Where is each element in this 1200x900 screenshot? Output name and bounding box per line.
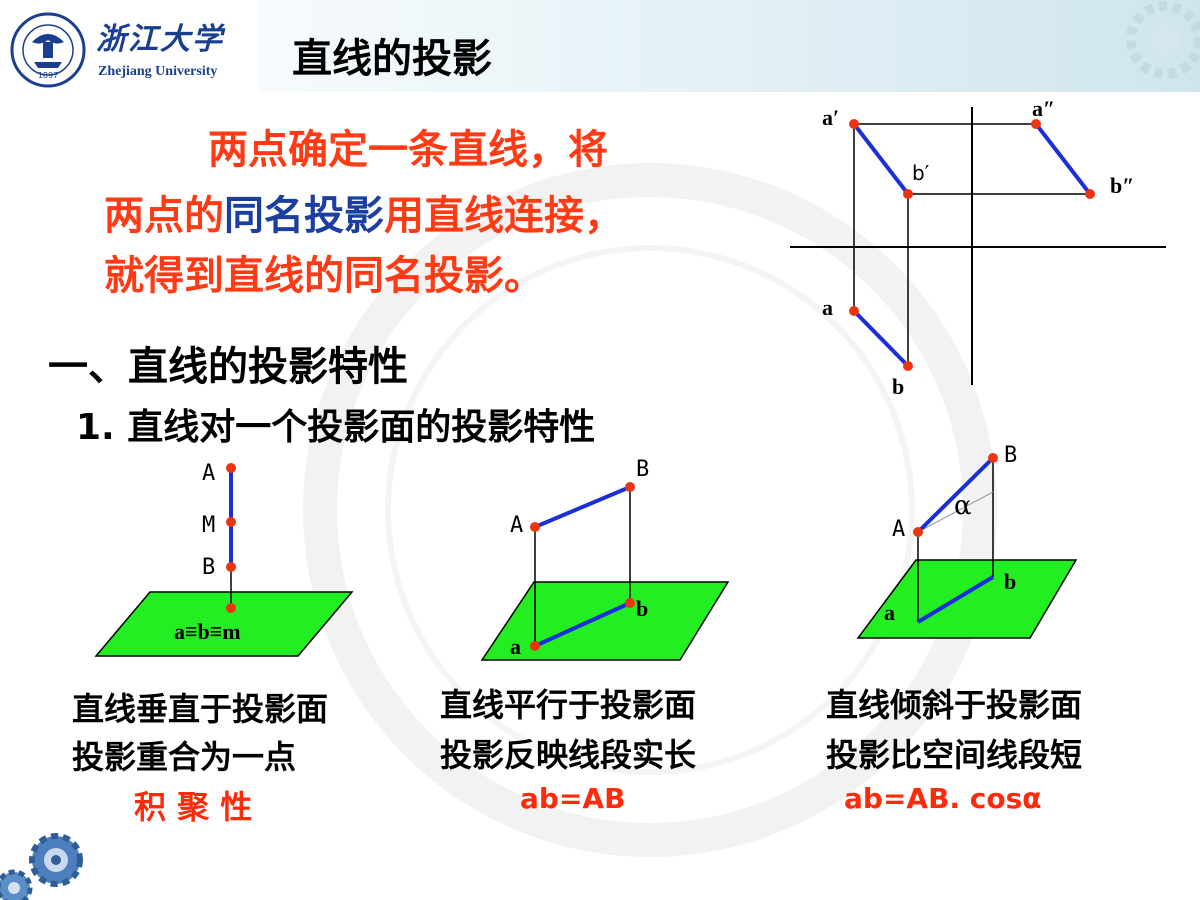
point-M-1	[226, 517, 236, 527]
label-proj-1: a≡b≡m	[174, 619, 241, 644]
label-A-1: A	[202, 461, 215, 486]
label-a: a	[822, 295, 833, 320]
university-seal-logo: 1897	[10, 12, 86, 88]
point-b	[903, 361, 913, 371]
case-inclined-diagram: A B α a b	[856, 443, 1078, 639]
label-b: b	[892, 374, 904, 399]
page-title: 直线的投影	[292, 36, 492, 82]
point-a-prime	[849, 119, 859, 129]
intro-line-3-text: 就得到直线的同名投影。	[104, 253, 544, 299]
three-view-projection-diagram: a′ a″ b′ b″ a b	[790, 96, 1166, 399]
point-b-prime	[903, 189, 913, 199]
point-A-2	[530, 522, 540, 532]
intro-line-2: 两点的同名投影用直线连接，	[104, 196, 624, 236]
label-angle-3: α	[954, 491, 972, 521]
point-A-1	[226, 463, 236, 473]
label-B-1: B	[202, 555, 215, 580]
intro-line-1-text: 两点确定一条直线，将	[208, 127, 608, 173]
intro-line-3: 就得到直线的同名投影。	[104, 256, 544, 296]
label-A-2: A	[510, 513, 523, 538]
label-b-prime: b′	[912, 161, 930, 185]
point-B-1	[226, 562, 236, 572]
university-name-cn: 浙江大学	[96, 22, 224, 57]
sub-heading: 1. 直线对一个投影面的投影特性	[76, 407, 596, 448]
point-a	[849, 306, 859, 316]
label-b-double-prime: b″	[1110, 173, 1134, 198]
spatial-line-2	[534, 485, 631, 529]
case-1-property: 积 聚 性	[134, 788, 253, 826]
point-proj-1	[226, 603, 236, 613]
label-B-2: B	[636, 457, 649, 482]
label-B-3: B	[1004, 443, 1017, 468]
case-3-caption-1: 直线倾斜于投影面	[826, 686, 1083, 724]
section-heading: 一、直线的投影特性	[48, 344, 408, 390]
point-B-2	[625, 482, 635, 492]
intro-highlight: 同名投影	[224, 193, 384, 239]
point-b-double-prime	[1085, 189, 1095, 199]
point-b-2	[625, 598, 635, 608]
case-2-caption-1: 直线平行于投影面	[440, 686, 697, 724]
label-a-3: a	[884, 600, 895, 625]
front-view-line	[852, 122, 910, 196]
case-1-caption-2: 投影重合为一点	[72, 738, 297, 776]
intro-line-1: 两点确定一条直线，将	[208, 130, 608, 170]
case-2-caption-2: 投影反映线段实长	[440, 736, 697, 774]
case-perpendicular-diagram: A M B a≡b≡m	[94, 461, 354, 657]
point-B-3	[988, 453, 998, 463]
logo-year: 1897	[38, 71, 58, 80]
point-A-3	[913, 527, 923, 537]
label-b-3: b	[1004, 569, 1016, 594]
case-2-property: ab=AB	[520, 782, 626, 815]
label-M-1: M	[202, 513, 215, 538]
label-A-3: A	[892, 517, 905, 542]
label-b-2: b	[636, 596, 648, 621]
label-a-double-prime: a″	[1032, 96, 1055, 121]
side-view-line	[1034, 122, 1092, 196]
label-a-prime: a′	[822, 105, 839, 130]
case-1-caption-1: 直线垂直于投影面	[72, 690, 329, 728]
case-parallel-diagram: A B a b	[480, 457, 730, 661]
gear-decoration-top-icon	[1126, 1, 1200, 79]
intro-line-2-before: 两点的	[104, 193, 224, 239]
gear-decoration-icon	[0, 833, 83, 900]
projection-plane-3	[856, 559, 1078, 639]
case-3-property: ab=AB. cosα	[844, 782, 1042, 815]
point-a-2	[530, 641, 540, 651]
intro-line-2-after: 用直线连接，	[384, 193, 624, 239]
top-view-line	[852, 309, 910, 368]
case-3-caption-2: 投影比空间线段短	[826, 736, 1083, 774]
university-name-en: Zhejiang University	[98, 64, 218, 79]
label-a-2: a	[510, 634, 521, 659]
